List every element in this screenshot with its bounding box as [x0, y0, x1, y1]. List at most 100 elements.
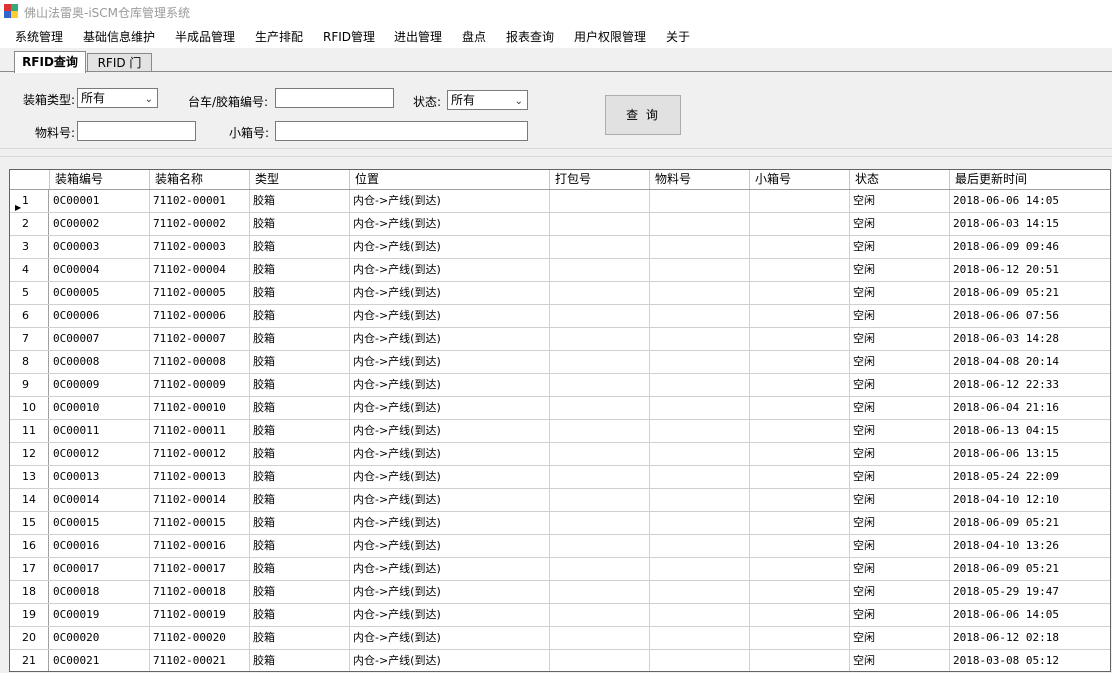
cell-location[interactable]: 内仓->产线(到达) — [350, 397, 550, 419]
row-header[interactable]: 6 — [10, 305, 49, 327]
table-row[interactable]: 18 0C00018 71102-00018 胶箱 内仓->产线(到达) 空闲 2018-0… — [10, 581, 1110, 604]
cell-box-code[interactable]: 0C00020 — [50, 627, 150, 649]
cell-material[interactable] — [650, 259, 750, 281]
cell-box-code[interactable]: 0C00021 — [50, 650, 150, 671]
cell-updated[interactable]: 2018-06-13 04:15 — [950, 420, 1110, 442]
table-row[interactable]: ▶ 1 0C00001 71102-00001 胶箱 内仓->产线(到达) 空闲 2018-0… — [10, 190, 1110, 213]
table-row[interactable]: 3 0C00003 71102-00003 胶箱 内仓->产线(到达) 空闲 2018-06… — [10, 236, 1110, 259]
row-header[interactable]: ▶ 1 — [10, 190, 49, 212]
cell-type[interactable]: 胶箱 — [250, 351, 350, 373]
cell-box-name[interactable]: 71102-00018 — [150, 581, 250, 603]
cell-box-code[interactable]: 0C00011 — [50, 420, 150, 442]
cell-box-code[interactable]: 0C00014 — [50, 489, 150, 511]
cell-status[interactable]: 空闲 — [850, 512, 950, 534]
cell-box-name[interactable]: 71102-00015 — [150, 512, 250, 534]
cell-status[interactable]: 空闲 — [850, 351, 950, 373]
cell-smallbox[interactable] — [750, 535, 850, 557]
cell-material[interactable] — [650, 351, 750, 373]
cell-pack[interactable] — [550, 213, 650, 235]
cell-location[interactable]: 内仓->产线(到达) — [350, 420, 550, 442]
cell-smallbox[interactable] — [750, 489, 850, 511]
cell-type[interactable]: 胶箱 — [250, 190, 350, 212]
cell-smallbox[interactable] — [750, 351, 850, 373]
cell-pack[interactable] — [550, 627, 650, 649]
row-header[interactable]: 12 — [10, 443, 49, 465]
cell-box-code[interactable]: 0C00017 — [50, 558, 150, 580]
cell-material[interactable] — [650, 604, 750, 626]
tab-rfid-door[interactable]: RFID 门 — [87, 53, 152, 72]
cell-box-code[interactable]: 0C00004 — [50, 259, 150, 281]
cell-box-name[interactable]: 71102-00003 — [150, 236, 250, 258]
cell-pack[interactable] — [550, 512, 650, 534]
row-header[interactable]: 16 — [10, 535, 49, 557]
table-row[interactable]: 11 0C00011 71102-00011 胶箱 内仓->产线(到达) 空闲 2018-0… — [10, 420, 1110, 443]
cell-location[interactable]: 内仓->产线(到达) — [350, 650, 550, 671]
cell-material[interactable] — [650, 466, 750, 488]
cell-pack[interactable] — [550, 374, 650, 396]
cell-box-name[interactable]: 71102-00001 — [150, 190, 250, 212]
cell-status[interactable]: 空闲 — [850, 627, 950, 649]
cell-updated[interactable]: 2018-06-09 05:21 — [950, 558, 1110, 580]
cell-smallbox[interactable] — [750, 443, 850, 465]
table-row[interactable]: 13 0C00013 71102-00013 胶箱 内仓->产线(到达) 空闲 2018-0… — [10, 466, 1110, 489]
cell-material[interactable] — [650, 489, 750, 511]
cell-pack[interactable] — [550, 466, 650, 488]
cell-status[interactable]: 空闲 — [850, 604, 950, 626]
cell-box-name[interactable]: 71102-00021 — [150, 650, 250, 671]
query-button[interactable]: 查 询 — [605, 95, 681, 135]
cell-smallbox[interactable] — [750, 604, 850, 626]
cell-box-code[interactable]: 0C00006 — [50, 305, 150, 327]
cell-smallbox[interactable] — [750, 236, 850, 258]
cell-location[interactable]: 内仓->产线(到达) — [350, 627, 550, 649]
cell-type[interactable]: 胶箱 — [250, 305, 350, 327]
menu-production-schedule[interactable]: 生产排配 — [255, 28, 303, 45]
col-header-material[interactable]: 物料号 — [650, 170, 750, 189]
cell-material[interactable] — [650, 282, 750, 304]
col-header-type[interactable]: 类型 — [250, 170, 350, 189]
menu-reports[interactable]: 报表查询 — [506, 28, 554, 45]
cell-box-code[interactable]: 0C00016 — [50, 535, 150, 557]
cell-box-code[interactable]: 0C00003 — [50, 236, 150, 258]
cell-location[interactable]: 内仓->产线(到达) — [350, 328, 550, 350]
cell-location[interactable]: 内仓->产线(到达) — [350, 236, 550, 258]
cell-material[interactable] — [650, 420, 750, 442]
table-row[interactable]: 20 0C00020 71102-00020 胶箱 内仓->产线(到达) 空闲 2018-0… — [10, 627, 1110, 650]
row-header[interactable]: 2 — [10, 213, 49, 235]
cell-type[interactable]: 胶箱 — [250, 420, 350, 442]
menu-inventory[interactable]: 盘点 — [462, 28, 486, 45]
cell-type[interactable]: 胶箱 — [250, 535, 350, 557]
cell-type[interactable]: 胶箱 — [250, 213, 350, 235]
menu-user-permissions[interactable]: 用户权限管理 — [574, 28, 646, 45]
cell-box-name[interactable]: 71102-00020 — [150, 627, 250, 649]
cell-smallbox[interactable] — [750, 328, 850, 350]
cell-material[interactable] — [650, 328, 750, 350]
row-header[interactable]: 11 — [10, 420, 49, 442]
cell-pack[interactable] — [550, 397, 650, 419]
cell-updated[interactable]: 2018-06-06 07:56 — [950, 305, 1110, 327]
cell-pack[interactable] — [550, 282, 650, 304]
cell-status[interactable]: 空闲 — [850, 466, 950, 488]
cell-type[interactable]: 胶箱 — [250, 489, 350, 511]
col-header-smallbox[interactable]: 小箱号 — [750, 170, 850, 189]
cell-updated[interactable]: 2018-06-09 09:46 — [950, 236, 1110, 258]
cell-smallbox[interactable] — [750, 581, 850, 603]
cell-status[interactable]: 空闲 — [850, 374, 950, 396]
cell-box-name[interactable]: 71102-00011 — [150, 420, 250, 442]
cell-material[interactable] — [650, 650, 750, 671]
menu-system[interactable]: 系统管理 — [15, 28, 63, 45]
cell-box-code[interactable]: 0C00001 — [50, 190, 150, 212]
col-header-pack[interactable]: 打包号 — [550, 170, 650, 189]
cart-input[interactable] — [275, 88, 394, 108]
cell-updated[interactable]: 2018-06-09 05:21 — [950, 512, 1110, 534]
table-row[interactable]: 19 0C00019 71102-00019 胶箱 内仓->产线(到达) 空闲 2018-0… — [10, 604, 1110, 627]
cell-updated[interactable]: 2018-05-29 19:47 — [950, 581, 1110, 603]
cell-material[interactable] — [650, 443, 750, 465]
cell-location[interactable]: 内仓->产线(到达) — [350, 489, 550, 511]
cell-status[interactable]: 空闲 — [850, 328, 950, 350]
row-header[interactable]: 13 — [10, 466, 49, 488]
cell-box-code[interactable]: 0C00015 — [50, 512, 150, 534]
cell-box-code[interactable]: 0C00012 — [50, 443, 150, 465]
cell-material[interactable] — [650, 190, 750, 212]
table-row[interactable]: 12 0C00012 71102-00012 胶箱 内仓->产线(到达) 空闲 2018-0… — [10, 443, 1110, 466]
cell-location[interactable]: 内仓->产线(到达) — [350, 305, 550, 327]
